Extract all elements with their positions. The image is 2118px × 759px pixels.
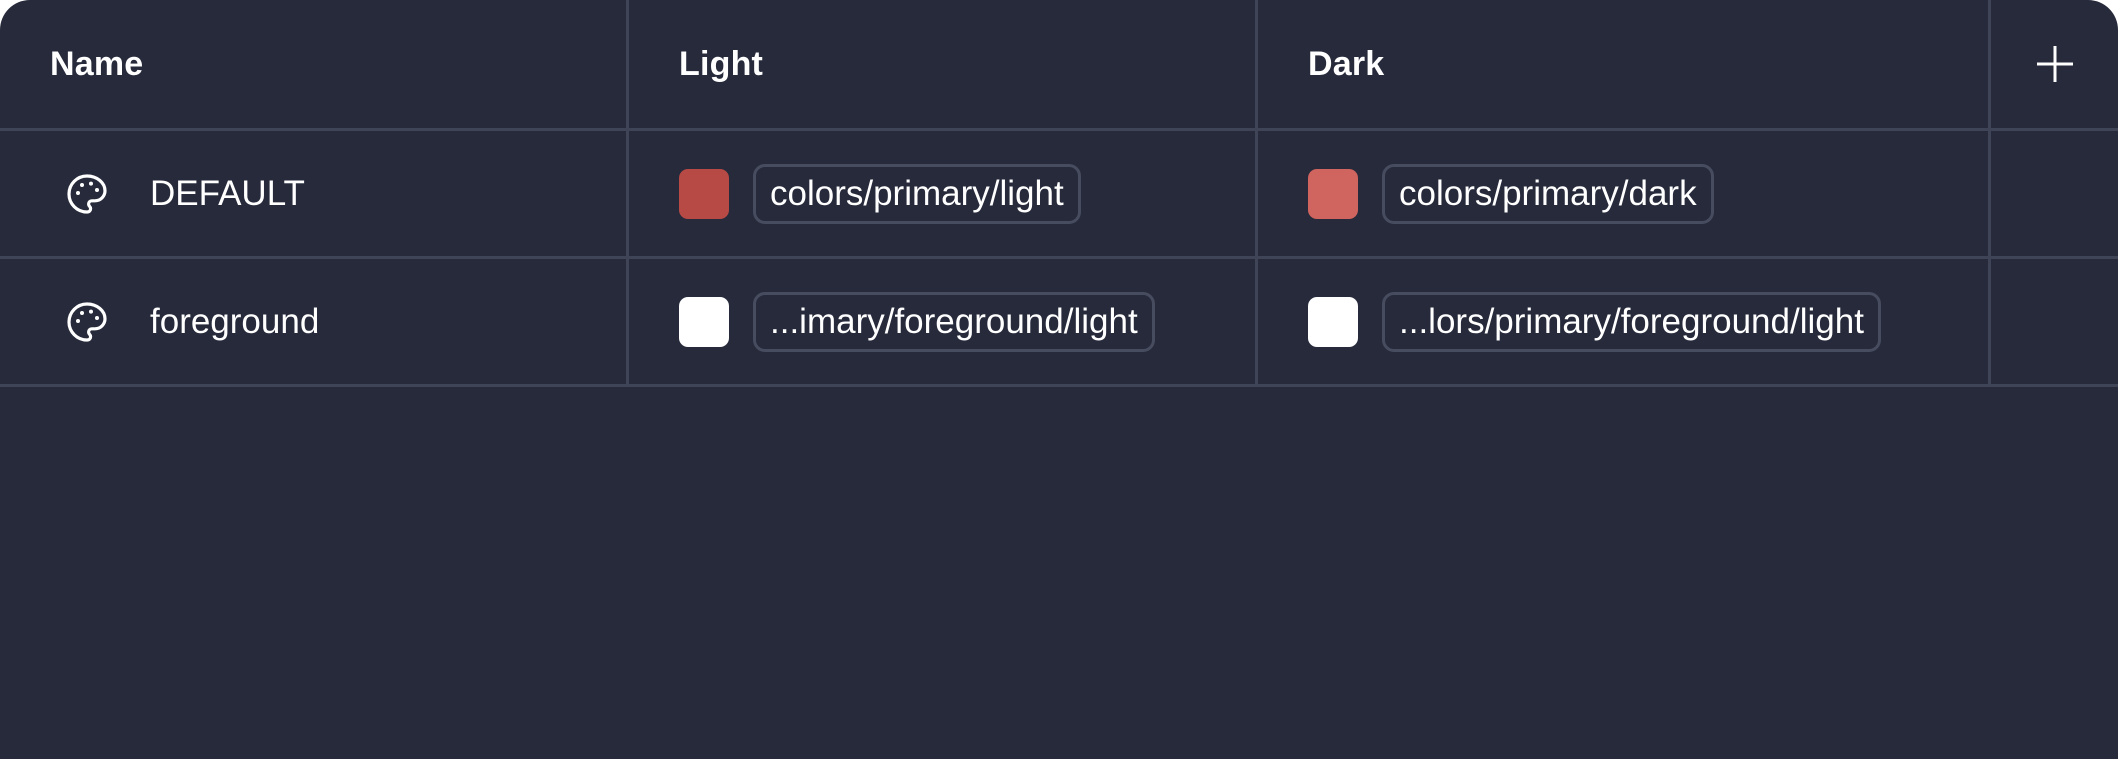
column-header-light: Light: [629, 0, 1258, 128]
color-tokens-table: Name Light Dark DEFAULT colors/primary/l…: [0, 0, 2118, 387]
dark-color-swatch[interactable]: [1308, 296, 1358, 347]
token-name: DEFAULT: [150, 173, 305, 213]
light-token-reference[interactable]: ...imary/foreground/light: [753, 291, 1155, 352]
light-value-cell: ...imary/foreground/light: [629, 259, 1258, 384]
light-value-cell: colors/primary/light: [629, 131, 1258, 256]
table-row: foreground ...imary/foreground/light ...…: [0, 259, 2118, 387]
add-column-button[interactable]: [2027, 36, 2083, 92]
column-header-name: Name: [0, 0, 629, 128]
name-cell[interactable]: DEFAULT: [0, 131, 629, 256]
color-tokens-panel: Name Light Dark DEFAULT colors/primary/l…: [0, 0, 2118, 759]
table-header: Name Light Dark: [0, 0, 2118, 131]
dark-color-swatch[interactable]: [1308, 168, 1358, 219]
dark-token-reference[interactable]: ...lors/primary/foreground/light: [1382, 291, 1881, 352]
light-color-swatch[interactable]: [679, 296, 729, 347]
empty-cell: [1991, 259, 2118, 384]
name-cell[interactable]: foreground: [0, 259, 629, 384]
column-header-dark: Dark: [1258, 0, 1991, 128]
palette-icon: [62, 169, 112, 219]
dark-value-cell: ...lors/primary/foreground/light: [1258, 259, 1991, 384]
light-color-swatch[interactable]: [679, 168, 729, 219]
light-token-reference[interactable]: colors/primary/light: [753, 163, 1081, 224]
palette-icon: [62, 297, 112, 347]
dark-value-cell: colors/primary/dark: [1258, 131, 1991, 256]
empty-cell: [1991, 131, 2118, 256]
table-row: DEFAULT colors/primary/light colors/prim…: [0, 131, 2118, 259]
add-column-cell: [1991, 0, 2118, 128]
plus-icon: [2036, 46, 2073, 82]
token-name: foreground: [150, 301, 320, 341]
dark-token-reference[interactable]: colors/primary/dark: [1382, 163, 1714, 224]
